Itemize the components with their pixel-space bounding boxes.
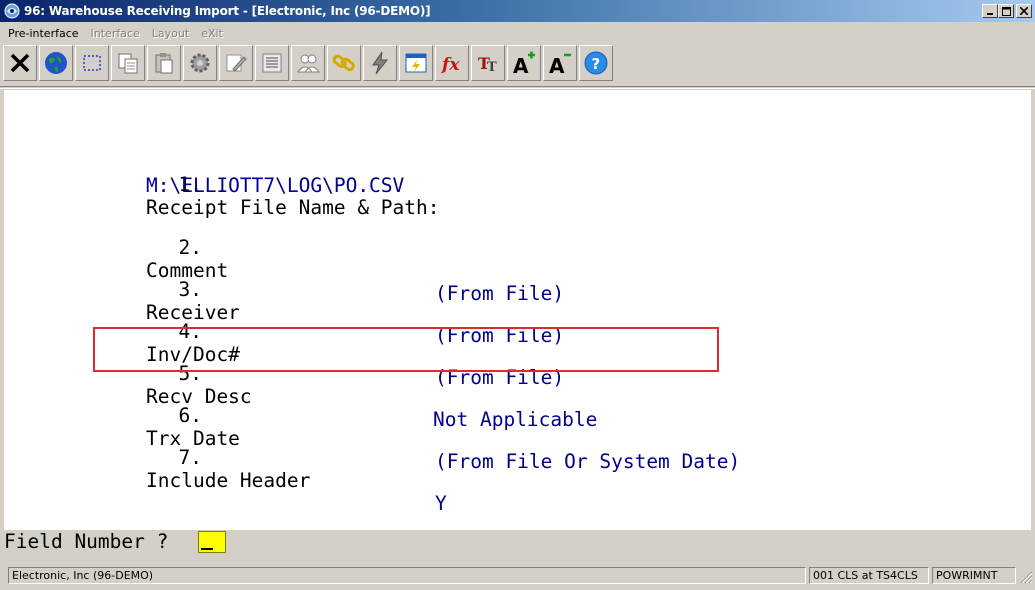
edit-icon — [226, 54, 247, 72]
close-tool-button[interactable] — [3, 45, 37, 81]
paste-icon — [155, 53, 173, 74]
font-increase-icon: A — [513, 51, 535, 76]
field-label: Include Header — [146, 469, 311, 492]
lightning-icon — [372, 51, 389, 75]
field-number-input[interactable] — [198, 531, 226, 553]
copy-tool-button[interactable] — [111, 45, 145, 81]
status-session: 001 CLS at TS4CLS — [809, 567, 929, 584]
svg-text:A: A — [549, 54, 565, 76]
close-icon — [1020, 7, 1028, 15]
app-icon — [4, 3, 20, 19]
fx-function-icon: fx — [441, 55, 460, 75]
globe-icon — [45, 52, 67, 74]
field-row-1[interactable]: 1. Receipt File Name & Path: — [108, 150, 440, 219]
field-row-6[interactable]: 6. Trx Date (From File Or System Date) — [108, 381, 740, 473]
prompt-label: Field Number ? — [4, 530, 169, 553]
prompt-bar: Field Number ? — [0, 530, 1035, 562]
close-x-icon — [10, 53, 30, 73]
link-tool-button[interactable] — [327, 45, 361, 81]
highlight-annotation-box — [93, 327, 719, 372]
svg-text:A: A — [513, 54, 529, 76]
menu-pre-interface[interactable]: Pre-interface — [8, 27, 79, 40]
maximize-button[interactable] — [998, 4, 1014, 18]
users-tool-button[interactable] — [291, 45, 325, 81]
function-tool-button[interactable]: fx — [435, 45, 469, 81]
menu-layout[interactable]: Layout — [152, 27, 189, 40]
close-button[interactable] — [1016, 4, 1032, 18]
globe-tool-button[interactable] — [39, 45, 73, 81]
app-window: 96: Warehouse Receiving Import - [Electr… — [0, 0, 1035, 590]
users-icon — [297, 54, 320, 73]
form-screen: 1. Receipt File Name & Path: M:\ELLIOTT7… — [4, 90, 1031, 530]
field-row-3[interactable]: 3. Receiver (From File) — [108, 255, 564, 347]
select-tool-button[interactable] — [75, 45, 109, 81]
field-row-2[interactable]: 2. Comment (From File) — [108, 213, 564, 305]
paste-tool-button[interactable] — [147, 45, 181, 81]
font-increase-tool-button[interactable]: A — [507, 45, 541, 81]
field-value: Not Applicable — [433, 408, 598, 431]
window-script-icon — [405, 53, 427, 73]
field-value: (From File) — [435, 282, 565, 305]
svg-text:?: ? — [592, 55, 601, 73]
font-decrease-icon: A — [549, 53, 571, 76]
settings-tool-button[interactable] — [183, 45, 217, 81]
receipt-file-path-value[interactable]: M:\ELLIOTT7\LOG\PO.CSV — [146, 174, 404, 197]
window-title: 96: Warehouse Receiving Import - [Electr… — [24, 4, 431, 18]
toolbar-divider — [0, 86, 1035, 89]
help-tool-button[interactable]: ? — [579, 45, 613, 81]
menu-bar: Pre-interface Interface Layout eXit — [0, 24, 1035, 42]
help-icon: ? — [584, 51, 608, 75]
status-bar: Electronic, Inc (96-DEMO) 001 CLS at TS4… — [0, 566, 1035, 586]
menu-exit[interactable]: eXit — [201, 27, 223, 40]
edit-tool-button[interactable] — [219, 45, 253, 81]
field-number: 7. — [178, 446, 202, 469]
field-row-4[interactable]: 4. Inv/Doc# (From File) — [108, 297, 564, 389]
copy-icon — [118, 53, 138, 74]
toolbar: fx TT A A ? — [3, 44, 615, 82]
minimize-button[interactable] — [982, 4, 998, 18]
list-icon — [262, 53, 282, 73]
font-style-icon: TT — [478, 54, 497, 75]
text-cursor — [201, 548, 213, 550]
field-value: (From File Or System Date) — [435, 450, 741, 473]
svg-text:T: T — [487, 60, 497, 75]
list-tool-button[interactable] — [255, 45, 289, 81]
maximize-icon — [1001, 6, 1011, 16]
selection-box-icon — [83, 55, 101, 71]
settings-gear-icon — [190, 53, 210, 73]
title-bar[interactable]: 96: Warehouse Receiving Import - [Electr… — [0, 0, 1035, 22]
svg-text:fx: fx — [441, 55, 460, 75]
field-row-7[interactable]: 7. Include Header Y — [108, 423, 447, 515]
font-style-tool-button[interactable]: TT — [471, 45, 505, 81]
script-tool-button[interactable] — [399, 45, 433, 81]
status-user: POWRIMNT — [932, 567, 1016, 584]
minimize-icon — [987, 13, 993, 15]
resize-grip-icon[interactable] — [1020, 571, 1033, 584]
status-company: Electronic, Inc (96-DEMO) — [8, 567, 806, 584]
field-value: Y — [435, 492, 447, 515]
font-decrease-tool-button[interactable]: A — [543, 45, 577, 81]
link-icon — [332, 54, 355, 72]
lightning-tool-button[interactable] — [363, 45, 397, 81]
menu-interface[interactable]: Interface — [91, 27, 140, 40]
